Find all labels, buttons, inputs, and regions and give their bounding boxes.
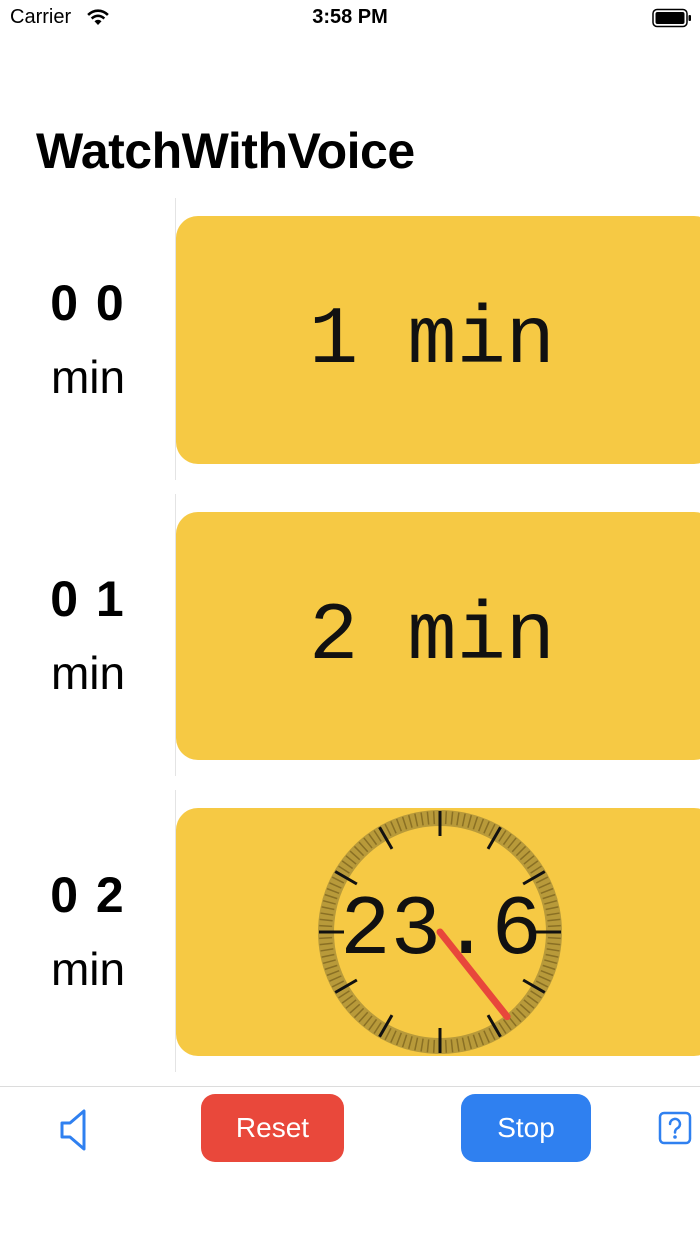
row-minute-unit: min xyxy=(50,647,126,699)
dial-minor-tick xyxy=(432,811,436,825)
timer-row-2: 0 2 min 23.6 xyxy=(0,790,700,1072)
row-minute-unit: min xyxy=(50,943,126,995)
tile-label: 2 min xyxy=(176,512,700,760)
row-minute-number: 0 0 xyxy=(50,275,126,331)
row-minute-label: 0 2 min xyxy=(0,790,176,1072)
bottom-toolbar: Reset Stop xyxy=(0,1086,700,1244)
timer-tile-running[interactable]: 23.6 xyxy=(176,808,700,1056)
dial-minor-tick xyxy=(432,1039,436,1053)
tile-label-text: 2 min xyxy=(308,589,556,683)
timer-tile-1-min[interactable]: 1 min xyxy=(176,216,700,464)
status-bar: Carrier 3:58 PM xyxy=(0,0,700,36)
row-minute-number: 0 2 xyxy=(50,867,126,923)
tile-label-text: 1 min xyxy=(308,293,556,387)
question-mark-icon[interactable] xyxy=(658,1111,692,1145)
timer-row-1: 0 1 min 2 min xyxy=(0,494,700,776)
status-time: 3:58 PM xyxy=(312,6,388,28)
speaker-icon[interactable] xyxy=(58,1107,94,1153)
reset-button[interactable]: Reset xyxy=(201,1094,344,1162)
battery-icon xyxy=(652,8,691,28)
timer-row-0: 0 0 min 1 min xyxy=(0,198,700,480)
dial-minor-tick xyxy=(444,1039,448,1053)
page-title: WatchWithVoice xyxy=(36,123,415,179)
timer-tile-2-min[interactable]: 2 min xyxy=(176,512,700,760)
row-minute-label: 0 0 min xyxy=(0,198,176,480)
row-minute-unit: min xyxy=(50,351,126,403)
dial-minor-tick xyxy=(444,811,448,825)
row-minute-number: 0 1 xyxy=(50,571,126,627)
tile-label: 1 min xyxy=(176,216,700,464)
stop-button[interactable]: Stop xyxy=(461,1094,591,1162)
elapsed-seconds-readout: 23.6 xyxy=(340,884,542,979)
row-minute-label: 0 1 min xyxy=(0,494,176,776)
